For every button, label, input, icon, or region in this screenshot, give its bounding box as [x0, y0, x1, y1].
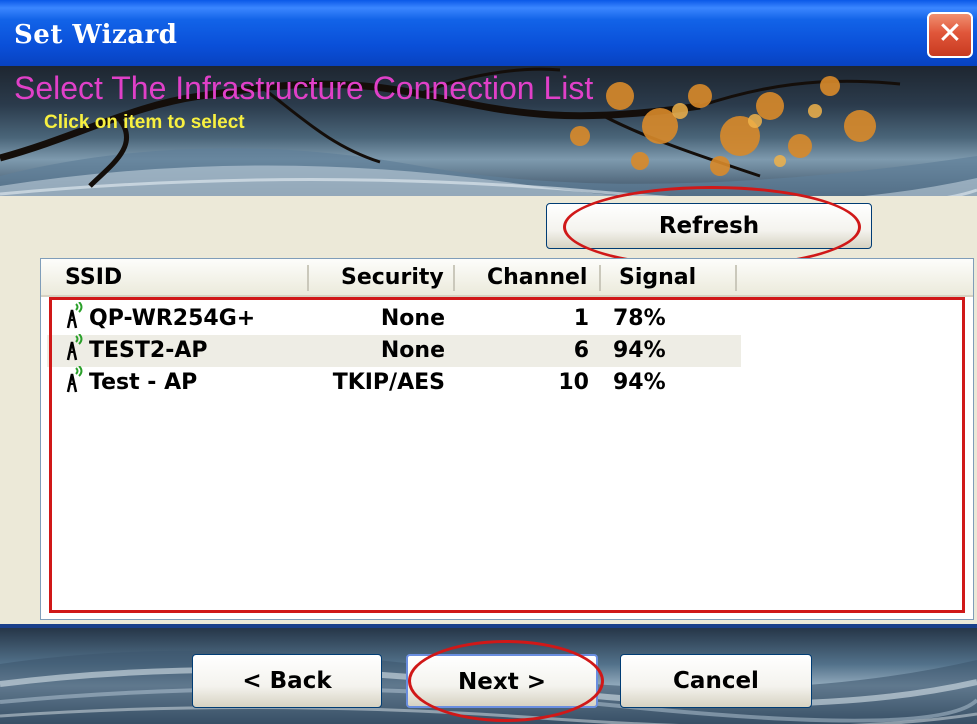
window-title: Set Wizard: [14, 20, 178, 50]
column-header-ssid[interactable]: SSID: [65, 259, 122, 295]
ssid-text: Test - AP: [89, 370, 198, 395]
header-banner: Select The Infrastructure Connection Lis…: [0, 66, 977, 196]
close-icon: ✕: [937, 16, 963, 51]
ssid-text: QP-WR254G+: [89, 306, 256, 331]
channel-text: 10: [558, 370, 589, 395]
wizard-window: Set Wizard ✕ Select The Infrastructure C…: [0, 0, 977, 724]
channel-text: 6: [573, 338, 589, 363]
back-button[interactable]: < Back: [192, 654, 382, 708]
ssid-text: TEST2-AP: [89, 338, 208, 363]
security-text: None: [380, 306, 445, 331]
next-button[interactable]: Next >: [406, 654, 598, 708]
list-item[interactable]: TEST2-AP None 6 94%: [47, 334, 741, 367]
list-item[interactable]: QP-WR254G+ None 1 78%: [47, 302, 741, 335]
cancel-button[interactable]: Cancel: [620, 654, 812, 708]
banner-headline: Select The Infrastructure Connection Lis…: [14, 70, 594, 106]
title-bar[interactable]: Set Wizard ✕: [0, 0, 977, 66]
access-point-icon: [66, 302, 83, 329]
column-header-channel[interactable]: Channel: [487, 259, 587, 295]
content-area: Refresh SSID Security Channel Signal QP-…: [0, 186, 977, 624]
close-button[interactable]: ✕: [927, 12, 973, 58]
column-separator[interactable]: [453, 265, 455, 291]
list-item[interactable]: Test - AP TKIP/AES 10 94%: [47, 366, 741, 399]
signal-text: 94%: [613, 370, 666, 395]
channel-text: 1: [573, 306, 589, 331]
column-separator[interactable]: [735, 265, 737, 291]
access-point-icon: [66, 334, 83, 361]
ap-list[interactable]: SSID Security Channel Signal QP-WR254G+: [40, 258, 974, 620]
column-header-signal[interactable]: Signal: [619, 259, 696, 295]
column-header-security[interactable]: Security: [341, 259, 444, 295]
column-separator[interactable]: [599, 265, 601, 291]
security-text: TKIP/AES: [332, 370, 445, 395]
list-header: SSID Security Channel Signal: [41, 259, 973, 297]
signal-text: 94%: [613, 338, 666, 363]
column-separator[interactable]: [307, 265, 309, 291]
refresh-button[interactable]: Refresh: [546, 203, 872, 249]
security-text: None: [380, 338, 445, 363]
signal-text: 78%: [613, 306, 666, 331]
banner-subtitle: Click on item to select: [44, 112, 245, 133]
access-point-icon: [66, 366, 83, 393]
button-bar: < Back Next > Cancel: [0, 624, 977, 724]
